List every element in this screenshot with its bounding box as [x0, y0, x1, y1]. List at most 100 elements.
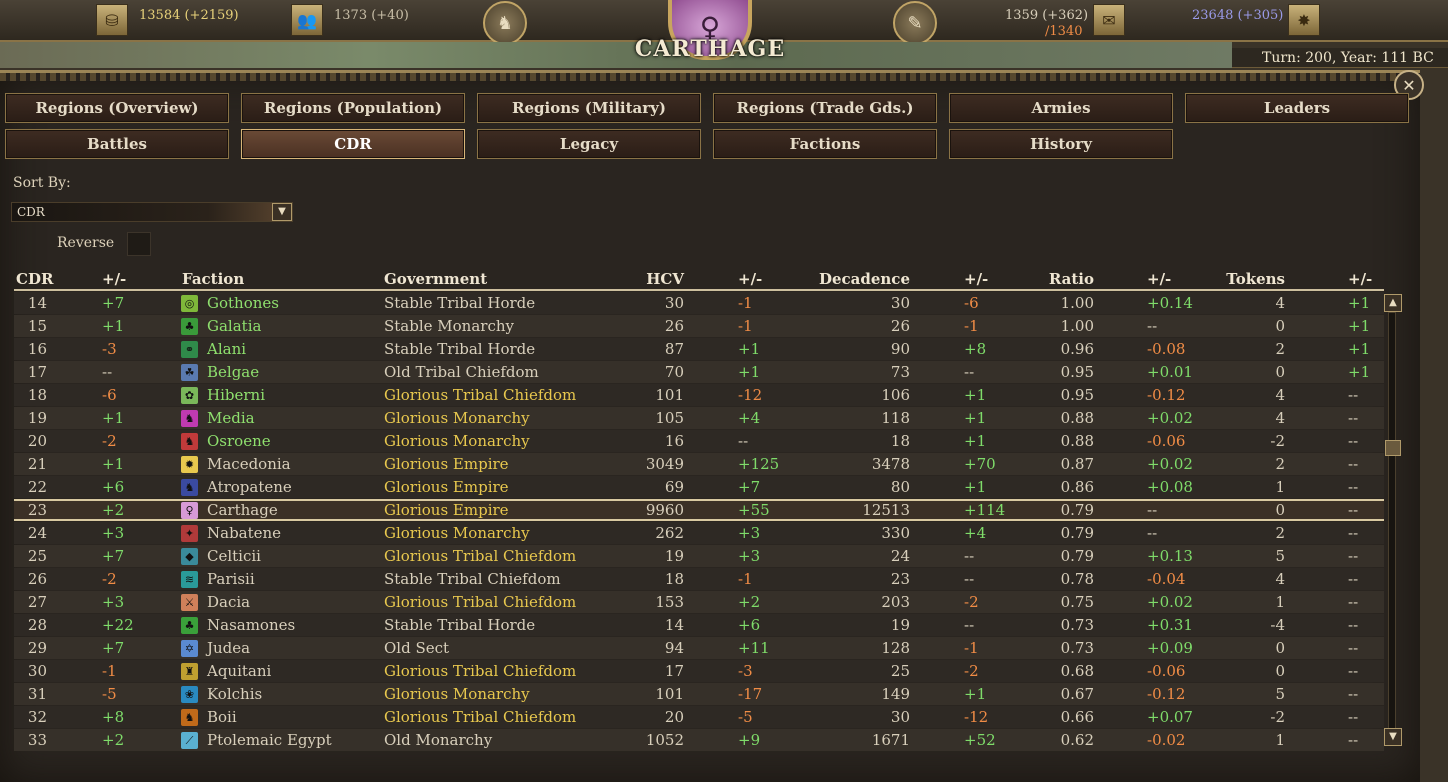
decadence-change: -2	[964, 662, 979, 680]
table-row[interactable]: ≋ 26 -2 Parisii Stable Tribal Chiefdom 18 -1 23…	[14, 568, 1384, 590]
col-header-cdr[interactable]: CDR	[16, 270, 53, 290]
faction-icon: ♞	[181, 709, 198, 726]
tokens-value: 5	[1275, 685, 1285, 703]
cdr-value: 14	[27, 294, 47, 312]
government: Glorious Tribal Chiefdom	[384, 662, 577, 680]
tab-leaders[interactable]: Leaders	[1185, 93, 1409, 123]
tokens-value: 2	[1275, 524, 1285, 542]
faction-name: Osroene	[207, 432, 271, 450]
tab-regions-population[interactable]: Regions (Population)	[241, 93, 465, 123]
faction-name: Alani	[207, 340, 247, 358]
tokens-change: --	[1348, 409, 1359, 427]
col-header-faction[interactable]: Faction	[182, 270, 244, 290]
tab-battles[interactable]: Battles	[5, 129, 229, 159]
population-icon[interactable]: 👥	[291, 4, 323, 36]
coin-stack-icon[interactable]: ⛁	[96, 4, 128, 36]
scroll-icon[interactable]: ✉	[1093, 4, 1125, 36]
faction-name: Carthage	[207, 501, 278, 519]
faction-icon: ≋	[181, 571, 198, 588]
scroll-track[interactable]	[1388, 312, 1396, 732]
table-row[interactable]: ⚔ 27 +3 Dacia Glorious Tribal Chiefdom 153 +2 2…	[14, 591, 1384, 613]
decadence-value: 128	[881, 639, 910, 657]
reverse-checkbox[interactable]	[127, 232, 151, 256]
col-header-ratio[interactable]: Ratio	[1024, 270, 1094, 290]
table-row[interactable]: ♞ 20 -2 Osroene Glorious Monarchy 16 -- 18 +1 0.8…	[14, 430, 1384, 452]
col-header-hcv[interactable]: HCV	[614, 270, 684, 290]
ratio-change: +0.09	[1147, 639, 1193, 657]
tokens-value: -4	[1270, 616, 1285, 634]
tokens-value: 0	[1275, 639, 1285, 657]
table-row[interactable]: ⚭ 16 -3 Alani Stable Tribal Horde 87 +1 90 +8 0.9…	[14, 338, 1384, 360]
table-row[interactable]: ☘ 17 -- Belgae Old Tribal Chiefdom 70 +1 73 -- 0.…	[14, 361, 1384, 383]
government: Glorious Empire	[384, 501, 509, 519]
col-header-ratio-change[interactable]: +/-	[1147, 270, 1171, 290]
col-header-cdr-change[interactable]: +/-	[102, 270, 126, 290]
table-row[interactable]: ♞ 22 +6 Atropatene Glorious Empire 69 +7 80 +1 0.…	[14, 476, 1384, 498]
chevron-down-icon[interactable]: ▼	[272, 203, 292, 221]
decadence-change: -12	[964, 708, 989, 726]
decadence-change: +4	[964, 524, 987, 542]
decadence-value: 90	[890, 340, 910, 358]
table-row-player[interactable]: ♀ 23 +2 Carthage Glorious Empire 9960 +55 12513…	[14, 499, 1384, 521]
tokens-change: --	[1348, 570, 1359, 588]
hcv-value: 20	[664, 708, 684, 726]
table-row[interactable]: ◎ 14 +7 Gothones Stable Tribal Horde 30 -1 30 -6…	[14, 292, 1384, 314]
manpower-cap: /1340	[1045, 24, 1083, 39]
hcv-value: 1052	[645, 731, 684, 749]
cdr-change: +1	[102, 455, 125, 473]
table-row[interactable]: ✹ 21 +1 Macedonia Glorious Empire 3049 +125 347…	[14, 453, 1384, 475]
table-row[interactable]: ✡ 29 +7 Judea Old Sect 94 +11 128 -1 0.73 +0.09 0 --	[14, 637, 1384, 659]
faction-name: Parisii	[207, 570, 255, 588]
table-row[interactable]: ◆ 25 +7 Celticii Glorious Tribal Chiefdom 19 +…	[14, 545, 1384, 567]
cdr-change: +8	[102, 708, 125, 726]
table-scrollbar[interactable]: ▲ ▼	[1384, 294, 1402, 746]
star-icon[interactable]: ✸	[1288, 4, 1320, 36]
faction-name: Nasamones	[207, 616, 296, 634]
tokens-change: --	[1348, 731, 1359, 749]
col-header-hcv-change[interactable]: +/-	[738, 270, 762, 290]
table-row[interactable]: ♣ 15 +1 Galatia Stable Monarchy 26 -1 26 -1 1.00 -…	[14, 315, 1384, 337]
table-row[interactable]: ⟋ 33 +2 Ptolemaic Egypt Old Monarchy 1052 +9 16…	[14, 729, 1384, 751]
population-value: 1373 (+40)	[334, 8, 409, 23]
table-row[interactable]: ♞ 19 +1 Media Glorious Monarchy 105 +4 118 +1 0.8…	[14, 407, 1384, 429]
scroll-thumb[interactable]	[1385, 440, 1401, 456]
col-header-government[interactable]: Government	[384, 270, 487, 290]
ratio-change: -0.04	[1147, 570, 1186, 588]
table-row[interactable]: ❀ 31 -5 Kolchis Glorious Monarchy 101 -17 149 +1…	[14, 683, 1384, 705]
hcv-change: -5	[738, 708, 753, 726]
decadence-value: 3478	[871, 455, 910, 473]
tab-legacy[interactable]: Legacy	[477, 129, 701, 159]
hcv-value: 87	[664, 340, 684, 358]
tab-history[interactable]: History	[949, 129, 1173, 159]
sort-by-dropdown[interactable]: CDR ▼	[11, 202, 293, 222]
government: Glorious Empire	[384, 455, 509, 473]
table-row[interactable]: ♜ 30 -1 Aquitani Glorious Tribal Chiefdom 17 -…	[14, 660, 1384, 682]
col-header-decadence-change[interactable]: +/-	[964, 270, 988, 290]
scroll-up-icon[interactable]: ▲	[1384, 294, 1402, 312]
table-row[interactable]: ♣ 28 +22 Nasamones Stable Tribal Horde 14 +6 19…	[14, 614, 1384, 636]
col-header-tokens[interactable]: Tokens	[1214, 270, 1285, 290]
tab-regions-military[interactable]: Regions (Military)	[477, 93, 701, 123]
table-row[interactable]: ✿ 18 -6 Hiberni Glorious Tribal Chiefdom 101 -…	[14, 384, 1384, 406]
tokens-value: 0	[1275, 662, 1285, 680]
decadence-value: 30	[890, 708, 910, 726]
cdr-value: 19	[27, 409, 47, 427]
tab-regions-overview[interactable]: Regions (Overview)	[5, 93, 229, 123]
table-row[interactable]: ✦ 24 +3 Nabatene Glorious Monarchy 262 +3 330 +4…	[14, 522, 1384, 544]
tab-cdr[interactable]: CDR	[241, 129, 465, 159]
scroll-down-icon[interactable]: ▼	[1384, 728, 1402, 746]
warhorse-icon[interactable]: ♞	[483, 1, 527, 45]
table-row[interactable]: ♞ 32 +8 Boii Glorious Tribal Chiefdom 20 -5 30 -…	[14, 706, 1384, 728]
ratio-value: 0.78	[1060, 570, 1094, 588]
government: Glorious Tribal Chiefdom	[384, 593, 577, 611]
decadence-change: +1	[964, 409, 987, 427]
tab-factions[interactable]: Factions	[713, 129, 937, 159]
ratio-change: +0.13	[1147, 547, 1193, 565]
tokens-value: 0	[1275, 363, 1285, 381]
book-icon[interactable]: ✎	[893, 1, 937, 45]
cdr-value: 24	[27, 524, 47, 542]
col-header-decadence[interactable]: Decadence	[810, 270, 910, 290]
tab-regions-trade-goods[interactable]: Regions (Trade Gds.)	[713, 93, 937, 123]
col-header-tokens-change[interactable]: +/-	[1348, 270, 1372, 290]
tab-armies[interactable]: Armies	[949, 93, 1173, 123]
